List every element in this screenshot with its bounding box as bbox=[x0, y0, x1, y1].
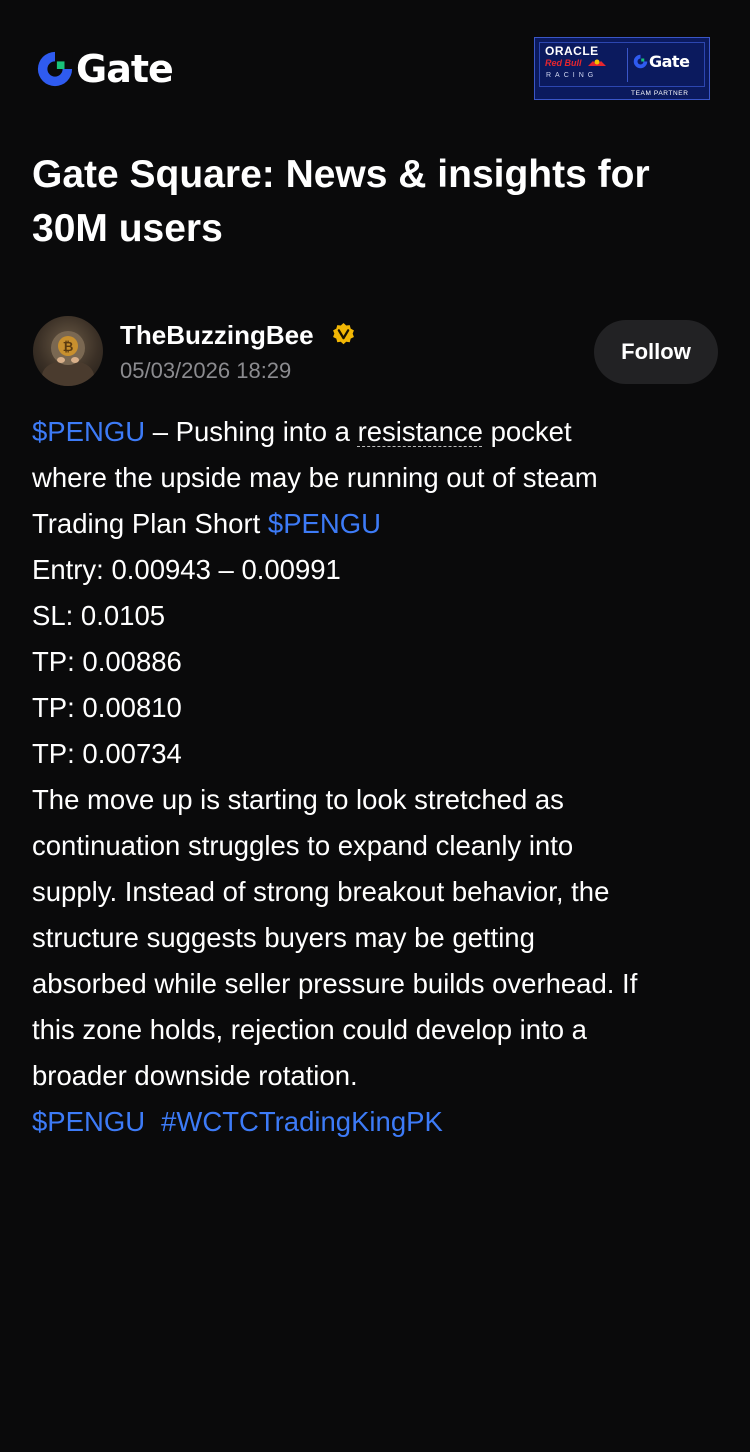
oracle-wordmark: ORACLE bbox=[545, 44, 599, 58]
take-profit-line: TP: 0.00810 bbox=[32, 692, 182, 723]
racing-wordmark: RACING bbox=[546, 72, 598, 79]
post-date: 05/03/2026 18:29 bbox=[120, 358, 292, 383]
post-line: structure suggests buyers may be getting bbox=[32, 922, 535, 953]
ticker-tag-pengu[interactable]: $PENGU bbox=[32, 1106, 145, 1137]
site-header: Gate ORACLE Red Bull RACING Gate TEAM PA… bbox=[0, 0, 750, 140]
post-line: Trading Plan Short $PENGU bbox=[32, 501, 722, 547]
page-title: Gate Square: News & insights for 30M use… bbox=[32, 153, 650, 250]
stop-loss-line: SL: 0.0105 bbox=[32, 600, 166, 631]
post-line: supply. Instead of strong breakout behav… bbox=[32, 876, 610, 907]
post-text: Trading Plan Short bbox=[32, 508, 268, 539]
hashtag-wctctradingkingpk[interactable]: #WCTCTradingKingPK bbox=[161, 1106, 443, 1137]
ticker-tag-pengu[interactable]: $PENGU bbox=[32, 416, 145, 447]
post-line: where the upside may be running out of s… bbox=[32, 462, 598, 493]
take-profit-line: TP: 0.00734 bbox=[32, 738, 182, 769]
entry-line: Entry: 0.00943 – 0.00991 bbox=[32, 554, 341, 585]
avatar[interactable]: ₿ bbox=[33, 316, 103, 386]
team-partner-badge[interactable]: ORACLE Red Bull RACING Gate TEAM PARTNER bbox=[534, 37, 710, 100]
red-bull-wordmark: Red Bull bbox=[545, 58, 582, 68]
post-line: The move up is starting to look stretche… bbox=[32, 784, 564, 815]
gate-logo-icon bbox=[37, 51, 73, 87]
badge-divider bbox=[627, 48, 628, 82]
post-body: $PENGU – Pushing into a resistance pocke… bbox=[32, 409, 722, 1145]
svg-text:₿: ₿ bbox=[63, 340, 74, 355]
gate-logo[interactable]: Gate bbox=[36, 47, 174, 91]
post-tags-line: $PENGU #WCTCTradingKingPK bbox=[32, 1099, 722, 1145]
post-line: broader downside rotation. bbox=[32, 1060, 358, 1091]
badge-gate-logo: Gate bbox=[633, 52, 690, 71]
red-bull-icon bbox=[588, 59, 606, 66]
glossary-term-resistance[interactable]: resistance bbox=[358, 416, 483, 447]
follow-button[interactable]: Follow bbox=[594, 320, 718, 384]
author-name[interactable]: TheBuzzingBee bbox=[120, 318, 314, 352]
post-line: this zone holds, rejection could develop… bbox=[32, 1014, 587, 1045]
gate-logo-text: Gate bbox=[76, 47, 174, 91]
post-author-row: ₿ TheBuzzingBee 05/03/2026 18:29 Follow bbox=[0, 310, 750, 390]
post-text: – Pushing into a bbox=[145, 416, 358, 447]
post-line: $PENGU – Pushing into a resistance pocke… bbox=[32, 409, 722, 455]
post-text: pocket bbox=[482, 416, 572, 447]
verified-badge-icon bbox=[333, 323, 354, 345]
badge-gate-icon bbox=[633, 54, 648, 69]
post-line: continuation struggles to expand cleanly… bbox=[32, 830, 574, 861]
ticker-tag-pengu[interactable]: $PENGU bbox=[268, 508, 381, 539]
avatar-image-icon: ₿ bbox=[42, 331, 94, 386]
post-line: absorbed while seller pressure builds ov… bbox=[32, 968, 638, 999]
badge-gate-text: Gate bbox=[649, 52, 690, 71]
take-profit-line: TP: 0.00886 bbox=[32, 646, 182, 677]
team-partner-label: TEAM PARTNER bbox=[631, 90, 689, 97]
